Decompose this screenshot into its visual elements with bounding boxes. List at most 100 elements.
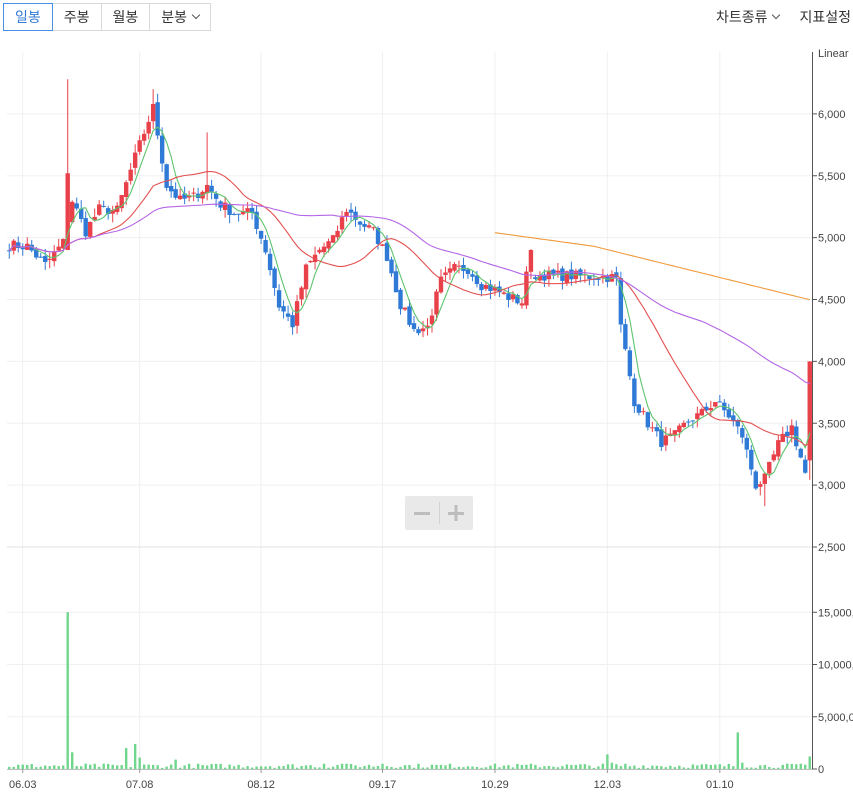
chart-type-dropdown[interactable]: 차트종류 [706,7,790,27]
candle-body [366,225,372,228]
volume-bar [322,763,326,769]
volume-bar [237,764,240,769]
candle-body [632,378,637,407]
volume-bar [48,766,51,769]
candle-body [708,408,714,411]
candle-body [416,329,421,334]
candle-body [299,287,304,300]
candle-body [789,425,794,436]
volume-bar [714,764,717,769]
volume-bar [21,764,24,769]
tab-monthly[interactable]: 월봉 [100,3,151,31]
tab-daily[interactable]: 일봉 [3,3,53,31]
indicator-settings-button[interactable]: 지표설정 [789,7,853,27]
volume-bar [475,767,479,769]
volume-bar [768,767,771,769]
volume-bar [421,767,425,769]
volume-bar [795,764,798,769]
candle-body [726,409,732,418]
volume-bar [30,764,33,769]
volume-bar [448,763,452,769]
candlesticks [7,79,812,507]
volume-bar [26,764,29,769]
candle-body [276,290,282,308]
volume-bar [642,765,645,769]
volume-bar [210,764,213,769]
volume-bar [655,765,659,769]
candle-body [150,103,156,122]
stock-chart[interactable]: Linear 2,500 3,000 3,500 4,000 4,500 5,000 5,50… [0,40,853,798]
candle-body [479,284,484,291]
volume-bar [228,764,231,769]
candle-body [474,275,480,285]
zoom-in-button[interactable] [439,496,473,530]
volume-bar [264,766,267,769]
volume-bar [115,765,119,769]
volume-bar [192,767,195,769]
volume-bar [790,764,793,769]
volume-bar [93,763,96,769]
volume-bar [772,767,775,769]
candle-body [740,428,745,438]
candle-body [803,459,808,473]
candle-body [456,265,462,267]
volume-bar [786,763,789,769]
candle-body [771,454,776,461]
volume-bar [480,767,483,769]
volume-bar [12,766,15,769]
candle-body [636,404,642,413]
volume-bar [561,766,564,769]
volume-bar [286,764,290,769]
zoom-out-button[interactable] [405,496,439,530]
volume-bar [457,766,461,769]
volume-bar [660,766,663,769]
candle-body [213,193,219,199]
volume-bar [412,767,416,769]
candle-body [407,306,412,325]
volume-bar [201,764,204,769]
candle-body [321,246,327,253]
volume-bar [372,766,375,769]
y-tick-label: 2,500 [818,542,846,554]
candle-body [767,461,772,474]
volume-bar [759,765,762,769]
candle-body [47,258,52,260]
x-tick-label: 06.03 [9,779,37,791]
volume-bar [669,765,672,769]
volume-bar [691,764,695,769]
candle-body [798,448,803,458]
candle-body [483,284,489,289]
volume-bar [111,764,114,769]
volume-bar [696,765,699,769]
volume-bar [439,764,443,769]
candle-body [267,253,273,271]
chevron-down-icon [772,10,781,20]
candle-body [348,209,354,213]
tab-weekly[interactable]: 주봉 [51,3,102,31]
candle-body [326,241,331,249]
x-tick-label: 09.17 [369,779,397,791]
candle-body [236,213,241,215]
volume-bar [736,732,739,769]
candle-body [56,246,61,251]
volume-tick-label: 10,000,000 [818,660,853,672]
zoom-control [405,496,473,530]
volume-bar [732,766,735,769]
candle-body [74,203,79,209]
volume-bar [381,763,384,769]
volume-bar [646,767,650,769]
volume-bar [633,765,636,769]
y-tick-label: 5,000 [818,233,846,245]
volume-bar [268,766,272,769]
volume-bar [138,757,141,769]
volume-bar [804,764,807,769]
candle-body [209,185,214,192]
tab-minute[interactable]: 분봉 [149,3,212,31]
volume-bar [196,763,200,769]
candle-body [623,324,628,350]
y-tick-label: 6,000 [818,109,846,121]
candle-body [344,211,349,217]
volume-bar [102,763,105,769]
candle-body [168,186,174,192]
candle-body [807,361,812,461]
